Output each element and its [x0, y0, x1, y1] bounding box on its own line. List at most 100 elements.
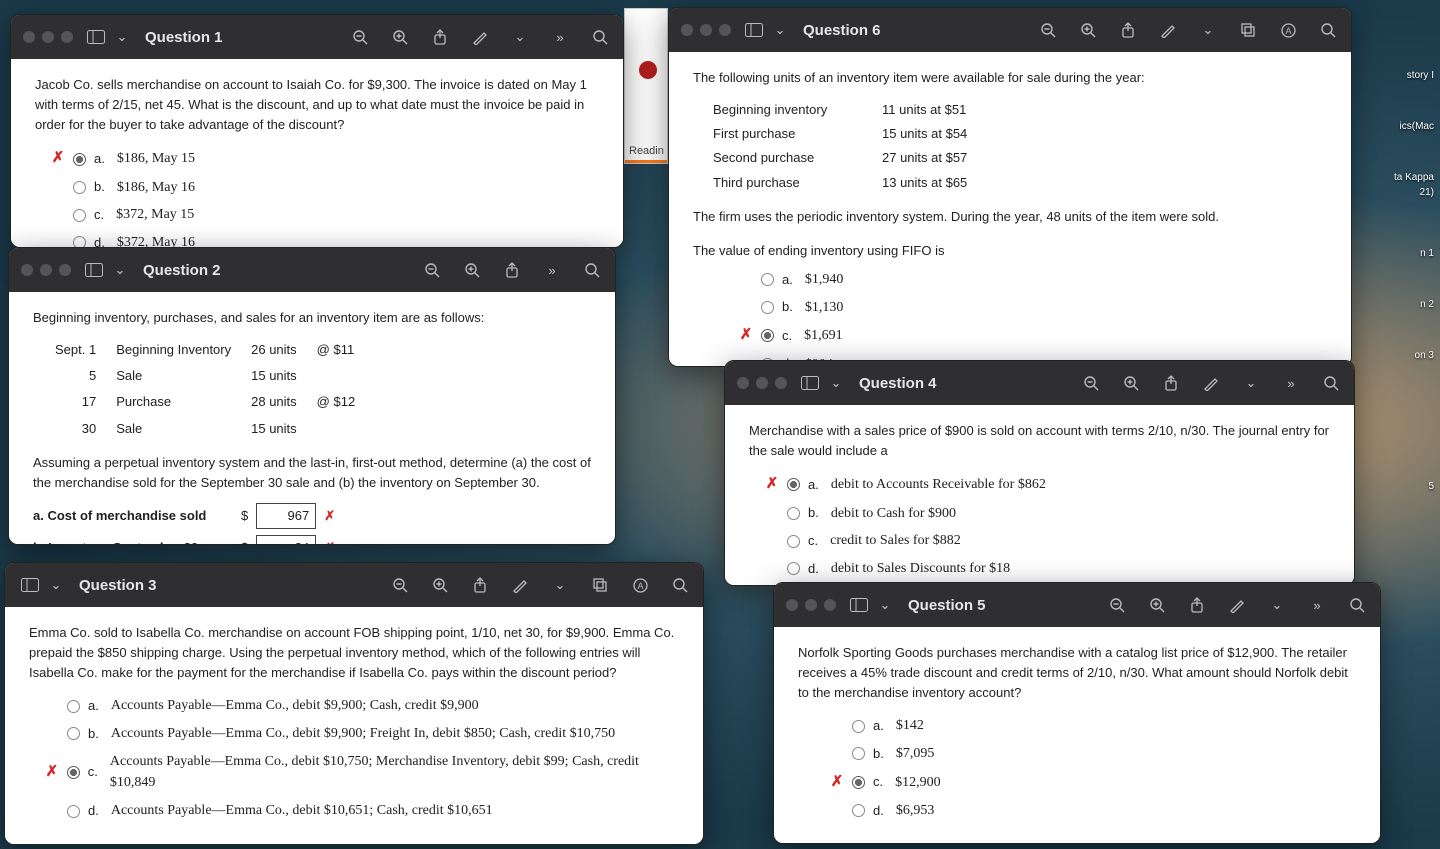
chevron-down-icon[interactable]: ⌄ — [874, 594, 896, 616]
answer-option[interactable]: c.$372, May 15 — [51, 204, 599, 226]
search-icon[interactable] — [589, 26, 611, 48]
chevron-down-icon[interactable]: ⌄ — [45, 574, 67, 596]
search-icon[interactable] — [669, 574, 691, 596]
answer-option[interactable]: b.debit to Cash for $900 — [765, 503, 1330, 525]
chevron-down-icon[interactable]: ⌄ — [1197, 19, 1219, 41]
rotate-icon[interactable] — [589, 574, 611, 596]
info-icon[interactable]: A — [629, 574, 651, 596]
question-line: The value of ending inventory using FIFO… — [693, 241, 1327, 261]
markup-icon[interactable] — [1226, 594, 1248, 616]
svg-text:A: A — [1285, 26, 1291, 36]
more-icon[interactable]: » — [549, 26, 571, 48]
chevron-down-icon[interactable]: ⌄ — [549, 574, 571, 596]
answer-option[interactable]: ✗c.$1,691 — [739, 324, 1327, 347]
answer-option[interactable]: b.$7,095 — [830, 743, 1356, 765]
sidebar-icon[interactable] — [743, 19, 765, 41]
zoom-in-icon[interactable] — [1146, 594, 1168, 616]
markup-icon[interactable] — [1157, 19, 1179, 41]
question-line: The firm uses the periodic inventory sys… — [693, 207, 1327, 227]
share-icon[interactable] — [1117, 19, 1139, 41]
sidebar-icon[interactable] — [85, 26, 107, 48]
titlebar[interactable]: ⌄ Question 6 ⌄ A — [669, 8, 1351, 52]
window-question-6[interactable]: ⌄ Question 6 ⌄ A The following units of … — [668, 7, 1352, 367]
answer-option[interactable]: d.debit to Sales Discounts for $18 — [765, 558, 1330, 580]
answer-option[interactable]: b.$186, May 16 — [51, 177, 599, 199]
background-app-sliver: Readin — [624, 8, 668, 164]
traffic-lights[interactable] — [23, 31, 73, 43]
more-icon[interactable]: » — [541, 259, 563, 281]
share-icon[interactable] — [1186, 594, 1208, 616]
question-prompt: Emma Co. sold to Isabella Co. merchandis… — [29, 623, 679, 683]
sidebar-icon[interactable] — [19, 574, 41, 596]
titlebar[interactable]: ⌄ Question 1 ⌄ » — [11, 15, 623, 59]
zoom-out-icon[interactable] — [349, 26, 371, 48]
answer-option[interactable]: ✗a.debit to Accounts Receivable for $862 — [765, 473, 1330, 496]
zoom-in-icon[interactable] — [1077, 19, 1099, 41]
answer-option[interactable]: ✗c.$12,900 — [830, 771, 1356, 794]
search-icon[interactable] — [1346, 594, 1368, 616]
share-icon[interactable] — [1160, 372, 1182, 394]
sidebar-icon[interactable] — [83, 259, 105, 281]
zoom-in-icon[interactable] — [1120, 372, 1142, 394]
answer-option[interactable]: d.$6,953 — [830, 800, 1356, 822]
zoom-out-icon[interactable] — [1106, 594, 1128, 616]
chevron-down-icon[interactable]: ⌄ — [769, 19, 791, 41]
chevron-down-icon[interactable]: ⌄ — [111, 26, 133, 48]
answer-option[interactable]: a.$1,940 — [739, 269, 1327, 291]
answer-option[interactable]: ✗c.Accounts Payable—Emma Co., debit $10,… — [45, 751, 679, 794]
titlebar[interactable]: ⌄ Question 2 » — [9, 248, 615, 292]
share-icon[interactable] — [429, 26, 451, 48]
window-question-2[interactable]: ⌄ Question 2 » Beginning inventory, purc… — [8, 247, 616, 545]
answer-option[interactable]: a.Accounts Payable—Emma Co., debit $9,90… — [45, 695, 679, 717]
share-icon[interactable] — [501, 259, 523, 281]
traffic-lights[interactable] — [737, 377, 787, 389]
zoom-out-icon[interactable] — [1080, 372, 1102, 394]
window-question-5[interactable]: ⌄ Question 5 ⌄ » Norfolk Sporting Goods … — [773, 582, 1381, 844]
zoom-in-icon[interactable] — [429, 574, 451, 596]
rotate-icon[interactable] — [1237, 19, 1259, 41]
share-icon[interactable] — [469, 574, 491, 596]
markup-icon[interactable] — [1200, 372, 1222, 394]
chevron-down-icon[interactable]: ⌄ — [825, 372, 847, 394]
search-icon[interactable] — [581, 259, 603, 281]
zoom-out-icon[interactable] — [421, 259, 443, 281]
more-icon[interactable]: » — [1306, 594, 1328, 616]
window-question-4[interactable]: ⌄ Question 4 ⌄ » Merchandise with a sale… — [724, 360, 1355, 586]
answer-option[interactable]: c.credit to Sales for $882 — [765, 530, 1330, 552]
titlebar[interactable]: ⌄ Question 4 ⌄ » — [725, 361, 1354, 405]
search-icon[interactable] — [1320, 372, 1342, 394]
sidebar-icon[interactable] — [799, 372, 821, 394]
titlebar[interactable]: ⌄ Question 5 ⌄ » — [774, 583, 1380, 627]
answer-input[interactable]: 84 — [256, 535, 316, 545]
search-icon[interactable] — [1317, 19, 1339, 41]
answer-option[interactable]: b.Accounts Payable—Emma Co., debit $9,90… — [45, 723, 679, 745]
content: Merchandise with a sales price of $900 i… — [725, 405, 1354, 586]
traffic-lights[interactable] — [681, 24, 731, 36]
traffic-lights[interactable] — [21, 264, 71, 276]
answer-input[interactable]: 967 — [256, 503, 316, 529]
x-mark-icon: ✗ — [830, 771, 844, 794]
chevron-down-icon[interactable]: ⌄ — [1240, 372, 1262, 394]
chevron-down-icon[interactable]: ⌄ — [1266, 594, 1288, 616]
chevron-down-icon[interactable]: ⌄ — [109, 259, 131, 281]
zoom-in-icon[interactable] — [461, 259, 483, 281]
answer-option[interactable]: a.$142 — [830, 715, 1356, 737]
markup-icon[interactable] — [509, 574, 531, 596]
sidebar-icon[interactable] — [848, 594, 870, 616]
chevron-down-icon[interactable]: ⌄ — [509, 26, 531, 48]
more-icon[interactable]: » — [1280, 372, 1302, 394]
info-icon[interactable]: A — [1277, 19, 1299, 41]
window-question-3[interactable]: ⌄ Question 3 ⌄ A Emma Co. sold to Isabel… — [4, 562, 704, 845]
zoom-out-icon[interactable] — [1037, 19, 1059, 41]
answer-option[interactable]: b.$1,130 — [739, 297, 1327, 319]
answer-option[interactable]: d.$372, May 16 — [51, 232, 599, 248]
titlebar[interactable]: ⌄ Question 3 ⌄ A — [5, 563, 703, 607]
window-question-1[interactable]: ⌄ Question 1 ⌄ » Jacob Co. sells merchan… — [10, 14, 624, 248]
content: The following units of an inventory item… — [669, 52, 1351, 367]
answer-option[interactable]: ✗a.$186, May 15 — [51, 147, 599, 170]
traffic-lights[interactable] — [786, 599, 836, 611]
zoom-in-icon[interactable] — [389, 26, 411, 48]
markup-icon[interactable] — [469, 26, 491, 48]
answer-option[interactable]: d.Accounts Payable—Emma Co., debit $10,6… — [45, 800, 679, 822]
zoom-out-icon[interactable] — [389, 574, 411, 596]
